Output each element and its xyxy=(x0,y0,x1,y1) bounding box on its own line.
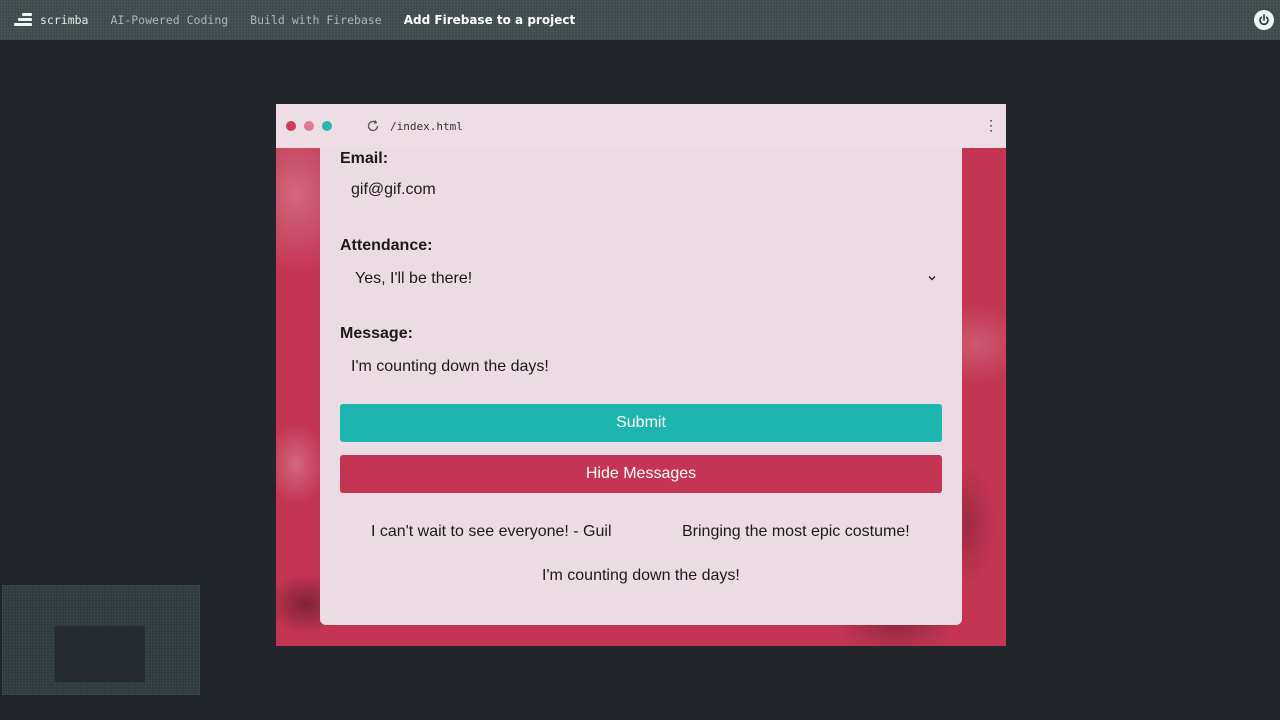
power-icon[interactable] xyxy=(1254,10,1274,30)
top-bar: scrimba AI-Powered Coding Build with Fir… xyxy=(0,0,1280,40)
email-label: Email: xyxy=(340,150,389,167)
window-dot-pink-icon xyxy=(304,121,314,131)
brand-name: scrimba xyxy=(40,13,89,27)
kebab-menu-icon[interactable]: ⋮ xyxy=(984,118,998,132)
attendance-select[interactable]: Yes, I'll be there! xyxy=(340,259,942,299)
message-field[interactable]: I'm counting down the days! xyxy=(340,347,942,387)
scrimba-logo-icon xyxy=(12,12,32,28)
window-dot-teal-icon xyxy=(322,121,332,131)
breadcrumb-lesson[interactable]: Add Firebase to a project xyxy=(404,13,575,27)
preview-browser: /index.html ⋮ Email: gif@gif.com Attenda… xyxy=(276,104,1006,646)
breadcrumb-module[interactable]: Build with Firebase xyxy=(250,13,382,27)
message-item: Bringing the most epic costume! xyxy=(682,523,910,540)
message-value: I'm counting down the days! xyxy=(351,358,549,375)
email-value: gif@gif.com xyxy=(351,181,436,198)
reload-icon[interactable] xyxy=(366,119,380,133)
message-item: I'm counting down the days! xyxy=(542,567,740,584)
browser-toolbar: /index.html ⋮ xyxy=(276,104,1006,148)
message-label: Message: xyxy=(340,325,413,342)
hide-messages-button[interactable]: Hide Messages xyxy=(340,455,942,493)
message-item: I can't wait to see everyone! - Guil xyxy=(371,523,612,540)
url-bar[interactable]: /index.html xyxy=(390,120,463,133)
email-field[interactable]: gif@gif.com xyxy=(340,170,942,210)
submit-button[interactable]: Submit xyxy=(340,404,942,442)
breadcrumb-course[interactable]: AI-Powered Coding xyxy=(110,13,228,27)
chevron-down-icon xyxy=(928,276,936,281)
attendance-value: Yes, I'll be there! xyxy=(355,270,473,287)
webcam-thumbnail[interactable] xyxy=(2,585,200,695)
window-dot-red-icon xyxy=(286,121,296,131)
rsvp-form-card: Email: gif@gif.com Attendance: Yes, I'll… xyxy=(320,148,962,625)
brand[interactable]: scrimba xyxy=(12,12,88,28)
attendance-label: Attendance: xyxy=(340,237,433,254)
webcam-frame xyxy=(55,626,145,682)
